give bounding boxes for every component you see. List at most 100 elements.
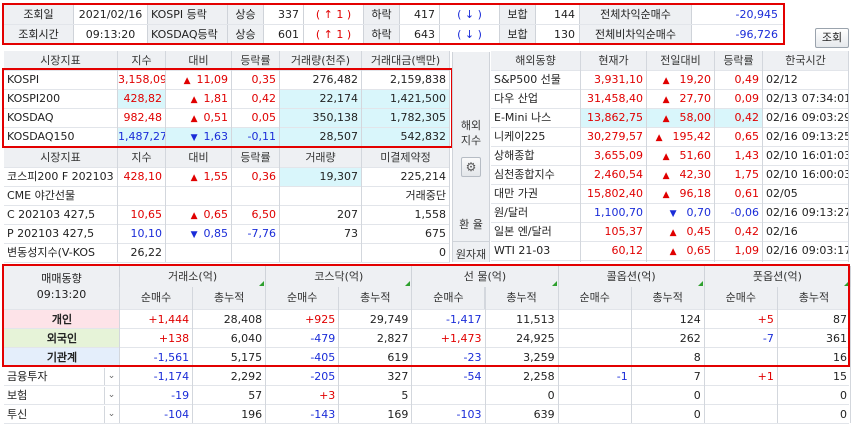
overseas-name[interactable]: 심천종합지수 — [491, 165, 581, 184]
derivative-name[interactable]: CME 야간선물 — [4, 186, 118, 205]
cumulative-header: 총누적 — [631, 287, 705, 309]
cumulative-value: 327 — [387, 370, 409, 383]
up-triangle-icon: ▲ — [662, 114, 670, 124]
derivative-name[interactable]: 변동성지수(V-KOS — [4, 243, 118, 262]
row-divider — [4, 89, 450, 90]
market-rate: 0,05 — [251, 111, 277, 124]
investor-name[interactable]: 기관계 — [4, 348, 120, 367]
futures-header-h-name: 시장지표 — [4, 148, 118, 167]
derivative-open-interest: 거래중단 — [405, 189, 446, 202]
net-buy-value: +1 — [757, 370, 774, 383]
overseas-index-tab[interactable]: 해외 지수 — [452, 118, 490, 148]
down-triangle-icon: ▼ — [190, 133, 198, 143]
chevron-down-icon[interactable]: ⌄ — [104, 406, 118, 423]
row-divider — [4, 404, 849, 405]
cumulative-value: 0 — [547, 389, 555, 402]
kosdaq-breadth-label: KOSDAQ등락 — [148, 25, 228, 44]
net-buy-value: -54 — [463, 370, 482, 383]
column-divider — [848, 51, 849, 262]
kosdaq-down-label: 하락 — [364, 25, 400, 44]
overseas-name[interactable]: E-Mini 나스 — [491, 108, 581, 127]
market-volume: 22,174 — [280, 89, 362, 108]
derivative-name[interactable]: P 202103 427,5 — [4, 224, 118, 243]
net-buy-value — [559, 348, 632, 367]
overseas-price: 15,802,40 — [587, 187, 643, 200]
overseas-name[interactable]: 일본 엔/달러 — [491, 222, 581, 241]
sort-marker-icon — [405, 281, 411, 286]
sort-marker-icon — [551, 281, 557, 286]
derivative-open-interest: 675 — [425, 227, 446, 240]
futures-header-h-volume: 거래량 — [280, 148, 362, 167]
net-buy-value — [559, 310, 632, 329]
cumulative-header: 총누적 — [777, 287, 851, 309]
cumulative-value: 0 — [693, 389, 701, 402]
sort-marker-icon — [844, 281, 849, 286]
overseas-name[interactable]: S&P500 선물 — [491, 70, 581, 89]
net-buy-value: -1,417 — [446, 313, 482, 326]
futures-header-h-change: 대비 — [166, 148, 232, 167]
net-buy-value: -143 — [310, 408, 336, 421]
net-buy-value: -1,561 — [153, 351, 190, 364]
overseas-korea-time: 02/13 07:34:01 — [763, 89, 849, 108]
market-name[interactable]: KOSDAQ — [4, 108, 118, 127]
market-index: 1,487,27 — [118, 127, 166, 146]
investor-group-header: 풋옵션(억) — [704, 266, 851, 287]
market-name[interactable]: KOSPI200 — [4, 89, 118, 108]
overseas-change-value: 0,70 — [686, 206, 712, 219]
up-triangle-icon: ▲ — [190, 173, 198, 183]
derivative-name[interactable]: 코스피200 F 202103 — [4, 167, 118, 186]
overseas-price: 31,458,40 — [587, 92, 643, 105]
market-amount: 2,159,838 — [390, 73, 446, 86]
cumulative-value: 11,513 — [516, 313, 555, 326]
overseas-name[interactable]: 대만 가권 — [491, 184, 581, 203]
overseas-date: 02/16 — [766, 225, 798, 238]
row-divider — [491, 127, 849, 128]
up-triangle-icon: ▲ — [662, 190, 670, 200]
cumulative-value: 3,259 — [523, 351, 555, 364]
overseas-rate: 1,43 — [734, 149, 760, 162]
net-buy-value: -479 — [310, 332, 336, 345]
investor-name[interactable]: 투신 — [4, 405, 104, 424]
cumulative-header: 총누적 — [193, 287, 267, 309]
chevron-down-icon[interactable]: ⌄ — [104, 368, 118, 385]
market-name[interactable]: KOSPI — [4, 70, 118, 89]
date-value[interactable]: 2021/02/16 — [74, 5, 148, 24]
query-button[interactable]: 조회 — [815, 28, 849, 48]
column-divider — [485, 287, 486, 423]
up-triangle-icon: ▲ — [183, 76, 191, 86]
overseas-price: 13,862,75 — [581, 108, 647, 127]
chevron-down-icon[interactable]: ⌄ — [104, 387, 118, 404]
column-header-h-index: 지수 — [118, 51, 166, 70]
overseas-rate: 0,49 — [734, 73, 760, 86]
investor-name[interactable]: 외국인 — [4, 329, 120, 348]
overseas-change: ▲ 51,60 — [647, 146, 715, 165]
overseas-header-h-price: 현재가 — [581, 51, 647, 70]
investor-name[interactable]: 보험 — [4, 386, 104, 405]
row-divider — [4, 70, 450, 71]
column-divider — [850, 287, 851, 423]
market-rate: 0,42 — [251, 92, 277, 105]
net-buy-value — [559, 405, 632, 424]
kosdaq-up-label: 상승 — [228, 25, 264, 44]
overseas-name[interactable]: 니케이225 — [491, 127, 581, 146]
settings-gear-icon[interactable]: ⚙ — [461, 157, 481, 177]
derivative-name[interactable]: C 202103 427,5 — [4, 205, 118, 224]
cumulative-value: 87 — [832, 313, 847, 326]
overseas-change: ▲ 195,42 — [647, 127, 715, 146]
overseas-korea-time: 02/16 09:03:17 — [763, 241, 849, 260]
market-index: 428,82 — [118, 89, 166, 108]
exchange-rate-tab[interactable]: 환 율 — [452, 216, 490, 232]
overseas-price: 1,100,70 — [594, 206, 643, 219]
up-triangle-icon: ▲ — [669, 247, 677, 257]
market-name[interactable]: KOSDAQ150 — [4, 127, 118, 146]
overseas-name[interactable]: 상해종합 — [491, 146, 581, 165]
investor-name[interactable]: 금융투자 — [4, 367, 104, 386]
overseas-name[interactable]: 다우 산업 — [491, 89, 581, 108]
derivative-rate: 0,36 — [251, 170, 277, 183]
row-divider — [4, 328, 849, 329]
overseas-name[interactable]: WTI 21-03 — [491, 241, 581, 260]
overseas-name[interactable]: 원/달러 — [491, 203, 581, 222]
commodity-tab[interactable]: 원자재 — [452, 246, 490, 262]
market-rate: -0,11 — [232, 127, 280, 146]
investor-name[interactable]: 개인 — [4, 310, 120, 329]
